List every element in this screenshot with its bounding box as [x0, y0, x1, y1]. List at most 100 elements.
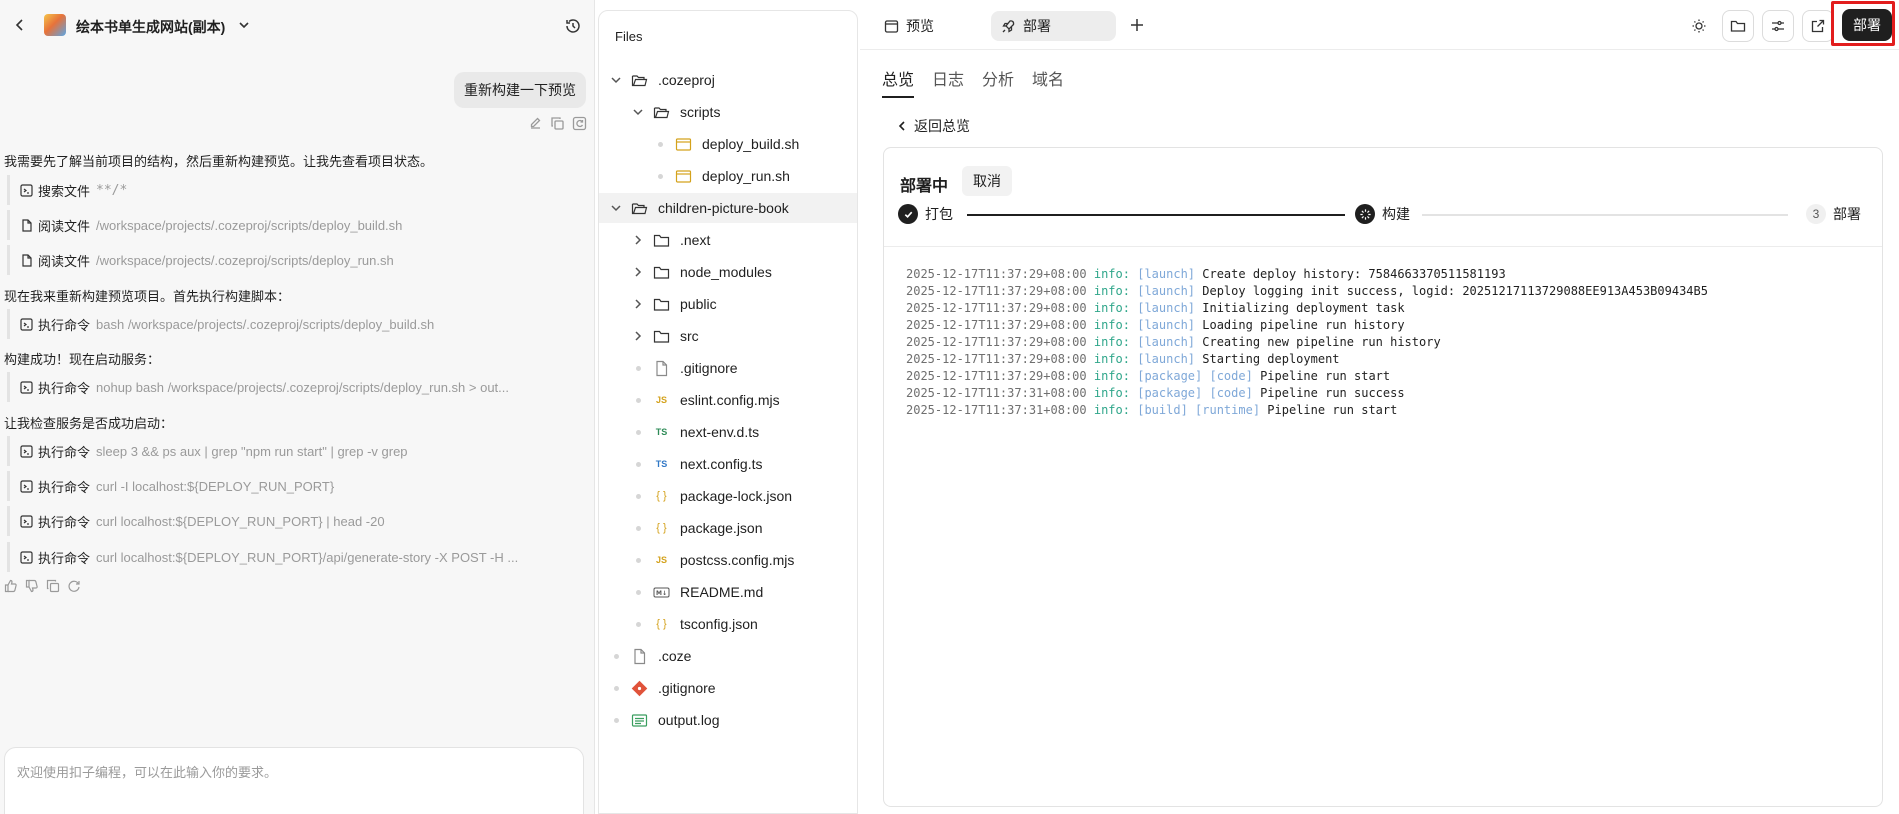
plus-icon[interactable] [1128, 16, 1146, 34]
tree-item[interactable]: .next [599, 225, 857, 255]
history-icon[interactable] [564, 17, 582, 35]
tree-item[interactable]: deploy_run.sh [599, 161, 857, 191]
tree-item[interactable]: public [599, 289, 857, 319]
tree-item-label: next-env.d.ts [680, 424, 760, 440]
file-icon [631, 648, 648, 665]
thumbs-down-icon[interactable] [25, 579, 39, 593]
js-file-icon: JS [655, 555, 667, 565]
tool-call-row[interactable]: 阅读文件 /workspace/projects/.cozeproj/scrip… [7, 245, 582, 275]
open-external-button[interactable] [1802, 10, 1834, 42]
tree-item[interactable]: deploy_build.sh [599, 129, 857, 159]
step-deploy: 3 部署 [1806, 204, 1861, 224]
project-title[interactable]: 绘本书单生成网站(副本) [76, 17, 225, 37]
log-level: info: [1093, 352, 1130, 366]
tree-item[interactable]: { } package.json [599, 513, 857, 543]
theme-toggle-button[interactable] [1683, 10, 1715, 42]
bullet-icon [636, 397, 641, 403]
file-icon [20, 253, 33, 267]
thumbs-up-icon[interactable] [4, 579, 18, 593]
log-tag: [code] [1209, 369, 1253, 383]
copy-icon[interactable] [550, 116, 565, 131]
tree-item[interactable]: TS next.config.ts [599, 449, 857, 479]
tool-call-row[interactable]: 执行命令 bash /workspace/projects/.cozeproj/… [7, 309, 582, 339]
folder-button[interactable] [1722, 10, 1754, 42]
bullet-icon [636, 429, 641, 435]
tree-item[interactable]: { } tsconfig.json [599, 609, 857, 639]
back-to-overview-link[interactable]: 返回总览 [896, 116, 970, 136]
regenerate-icon[interactable] [67, 579, 81, 593]
tree-item-label: package-lock.json [680, 488, 793, 504]
folder-icon [653, 296, 670, 313]
chevron-right-icon[interactable] [631, 297, 645, 311]
tree-item[interactable]: .cozeproj [599, 65, 857, 95]
log-tag: [build] [1137, 403, 1188, 417]
external-link-icon [1811, 19, 1825, 33]
refresh-icon[interactable] [572, 116, 587, 131]
chat-input[interactable] [17, 762, 567, 802]
assistant-text: 让我检查服务是否成功启动： [4, 416, 174, 431]
folder-icon [1730, 20, 1746, 32]
sliders-icon [1772, 20, 1784, 32]
log-level: info: [1093, 267, 1130, 281]
tool-call-value: sleep 3 && ps aux | grep "npm run start"… [96, 443, 408, 459]
chevron-right-icon[interactable] [631, 265, 645, 279]
folder-icon [653, 328, 670, 345]
tab-preview[interactable]: 预览 [874, 11, 944, 41]
tree-item[interactable]: { } package-lock.json [599, 481, 857, 511]
cancel-button[interactable]: 取消 [962, 166, 1012, 196]
tree-item[interactable]: .gitignore [599, 673, 857, 703]
tree-item[interactable]: JS eslint.config.mjs [599, 385, 857, 415]
subtab-logs[interactable]: 日志 [932, 66, 964, 98]
step-connector [967, 214, 1345, 216]
subtab-overview[interactable]: 总览 [882, 66, 915, 98]
tree-item[interactable]: TS next-env.d.ts [599, 417, 857, 447]
copy-icon[interactable] [46, 579, 60, 593]
chevron-down-icon[interactable] [609, 73, 623, 87]
log-line: 2025-12-17T11:37:29+08:00 info: [launch]… [906, 334, 1866, 351]
tool-call-row[interactable]: 执行命令 sleep 3 && ps aux | grep "npm run s… [7, 436, 582, 466]
tool-call-row[interactable]: 搜索文件 **/* [7, 175, 582, 205]
tree-item[interactable]: .gitignore [599, 353, 857, 383]
log-message: Loading pipeline run history [1202, 318, 1405, 332]
terminal-icon [20, 317, 33, 331]
tool-call-row[interactable]: 执行命令 curl -I localhost:${DEPLOY_RUN_PORT… [7, 471, 582, 501]
tree-item[interactable]: children-picture-book [599, 193, 857, 223]
tab-deploy[interactable]: 部署 [991, 11, 1116, 41]
chevron-down-icon[interactable] [237, 18, 251, 32]
tree-item[interactable]: output.log [599, 705, 857, 735]
chat-input-box[interactable] [4, 747, 584, 814]
chevron-right-icon[interactable] [631, 233, 645, 247]
tool-call-row[interactable]: 执行命令 curl localhost:${DEPLOY_RUN_PORT} |… [7, 506, 582, 536]
tree-item[interactable]: M↓ README.md [599, 577, 857, 607]
tool-call-row[interactable]: 执行命令 nohup bash /workspace/projects/.coz… [7, 372, 582, 402]
tree-item[interactable]: node_modules [599, 257, 857, 287]
tool-call-row[interactable]: 执行命令 curl localhost:${DEPLOY_RUN_PORT}/a… [7, 542, 582, 572]
tool-call-value: nohup bash /workspace/projects/.cozeproj… [96, 379, 509, 395]
deploy-button[interactable]: 部署 [1842, 9, 1892, 41]
chevron-right-icon[interactable] [631, 329, 645, 343]
log-level: info: [1093, 284, 1130, 298]
back-arrow-icon[interactable] [12, 17, 28, 33]
assistant-text: 我需要先了解当前项目的结构，然后重新构建预览。让我先查看项目状态。 [4, 154, 434, 169]
subtab-domains[interactable]: 域名 [1032, 66, 1064, 98]
chevron-down-icon[interactable] [631, 105, 645, 119]
tree-item-label: children-picture-book [658, 200, 789, 216]
chevron-down-icon[interactable] [609, 201, 623, 215]
edit-icon[interactable] [528, 116, 543, 131]
subtab-analytics[interactable]: 分析 [982, 66, 1014, 98]
tree-item[interactable]: JS postcss.config.mjs [599, 545, 857, 575]
tree-item[interactable]: .coze [599, 641, 857, 671]
tree-item[interactable]: src [599, 321, 857, 351]
step-label: 打包 [925, 206, 953, 222]
tree-item-label: scripts [680, 104, 721, 120]
tool-call-row[interactable]: 阅读文件 /workspace/projects/.cozeproj/scrip… [7, 210, 582, 240]
back-label: 返回总览 [914, 118, 970, 134]
tree-item[interactable]: scripts [599, 97, 857, 127]
log-level: info: [1093, 403, 1130, 417]
settings-button[interactable] [1762, 10, 1794, 42]
deploy-status: 部署中 [900, 178, 949, 195]
log-tag: [package] [1137, 386, 1203, 400]
log-timestamp: 2025-12-17T11:37:29+08:00 [906, 318, 1087, 332]
assistant-text: 现在我来重新构建预览项目。首先执行构建脚本： [4, 289, 291, 304]
log-level: info: [1093, 301, 1130, 315]
